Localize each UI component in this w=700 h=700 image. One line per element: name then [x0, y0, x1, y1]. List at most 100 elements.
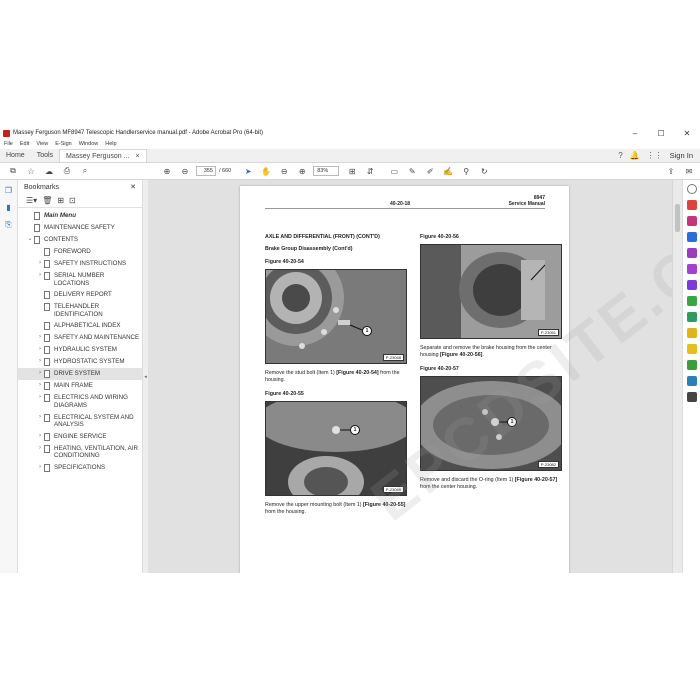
- apps-grid-icon[interactable]: ⋮⋮: [647, 151, 663, 160]
- rotate-icon[interactable]: ↻: [477, 164, 491, 178]
- bookmark-item[interactable]: › SAFETY INSTRUCTIONS: [18, 258, 142, 270]
- search-icon[interactable]: ⌕: [78, 164, 92, 178]
- close-window-button[interactable]: ✕: [674, 129, 700, 138]
- upload-cloud-icon[interactable]: ☁: [42, 164, 56, 178]
- bookmark-item[interactable]: MAINTENANCE SAFETY: [18, 222, 142, 234]
- draw-icon[interactable]: ✐: [423, 164, 437, 178]
- highlight-pen-icon[interactable]: ✎: [405, 164, 419, 178]
- bookmark-item[interactable]: › HEATING, VENTILATION, AIR CONDITIONING: [18, 443, 142, 462]
- zoom-level-select[interactable]: 83%: [313, 166, 340, 176]
- fill-sign-icon[interactable]: ✍: [441, 164, 455, 178]
- bookmark-item[interactable]: Main Menu: [18, 210, 142, 222]
- close-tab-icon[interactable]: ×: [135, 153, 139, 160]
- chevron-right-icon[interactable]: ›: [36, 272, 44, 280]
- menu-help[interactable]: Help: [105, 141, 116, 147]
- create-pdf-icon[interactable]: ⧉: [6, 164, 20, 178]
- close-panel-icon[interactable]: ✕: [130, 183, 136, 191]
- bookmark-item[interactable]: › SERIAL NUMBER LOCATIONS: [18, 270, 142, 289]
- chevron-right-icon[interactable]: ›: [36, 445, 44, 453]
- zoom-in-icon[interactable]: ⊕: [295, 164, 309, 178]
- menu-view[interactable]: View: [36, 141, 48, 147]
- chevron-right-icon[interactable]: ›: [36, 414, 44, 422]
- chevron-right-icon[interactable]: ›: [36, 433, 44, 441]
- menu-file[interactable]: File: [4, 141, 13, 147]
- bookmark-page-icon: [44, 370, 50, 379]
- bookmark-item[interactable]: TELEHANDLER IDENTIFICATION: [18, 301, 142, 320]
- attachments-icon[interactable]: ⎘: [5, 220, 11, 230]
- export-pdf-tool-icon[interactable]: [686, 232, 697, 242]
- figure-55-photo: 1 P-23049: [265, 401, 407, 497]
- share-icon[interactable]: ⇪: [664, 164, 678, 178]
- tab-tools[interactable]: Tools: [31, 149, 59, 162]
- delete-bookmark-icon[interactable]: 🗑: [42, 196, 52, 205]
- bookmark-item[interactable]: › MAIN FRAME: [18, 380, 142, 392]
- print-icon[interactable]: ⎙: [60, 164, 74, 178]
- maximize-button[interactable]: ☐: [648, 129, 674, 138]
- tab-bar: Home Tools Massey Ferguson ... × ? 🔔 ⋮⋮ …: [0, 149, 700, 163]
- mail-icon[interactable]: ✉: [682, 164, 696, 178]
- menu-esign[interactable]: E-Sign: [55, 141, 72, 147]
- protect-tool-icon[interactable]: [686, 360, 697, 370]
- organize-pages-tool-icon[interactable]: [686, 248, 697, 258]
- compress-tool-icon[interactable]: [686, 328, 697, 338]
- accessibility-tool-icon[interactable]: [686, 376, 697, 386]
- select-cursor-icon[interactable]: ➤: [241, 164, 255, 178]
- bookmark-search-icon[interactable]: ⊡: [69, 196, 76, 205]
- notifications-bell-icon[interactable]: 🔔: [630, 151, 640, 160]
- previous-page-icon[interactable]: ⊕: [160, 164, 174, 178]
- bookmarks-panel-icon[interactable]: ▮: [6, 203, 10, 212]
- chevron-right-icon[interactable]: ›: [36, 394, 44, 402]
- sign-in-button[interactable]: Sign In: [670, 151, 693, 160]
- bookmark-item[interactable]: › SPECIFICATIONS: [18, 462, 142, 474]
- page-fit-icon[interactable]: ⊞: [345, 164, 359, 178]
- bookmark-item[interactable]: › HYDRAULIC SYSTEM: [18, 344, 142, 356]
- page-number-input[interactable]: 355: [196, 166, 216, 176]
- new-bookmark-icon[interactable]: ⊞: [57, 196, 64, 205]
- chevron-right-icon[interactable]: ›: [36, 382, 44, 390]
- comment-icon[interactable]: ▭: [387, 164, 401, 178]
- bookmark-item[interactable]: › ENGINE SERVICE: [18, 431, 142, 443]
- next-page-icon[interactable]: ⊖: [178, 164, 192, 178]
- chevron-right-icon[interactable]: ›: [36, 346, 44, 354]
- comment-tool-icon[interactable]: [686, 264, 697, 274]
- scan-ocr-tool-icon[interactable]: [686, 312, 697, 322]
- chevron-right-icon[interactable]: ›: [36, 334, 44, 342]
- bookmark-item[interactable]: ALPHABETICAL INDEX: [18, 320, 142, 332]
- fill-sign-tool-icon[interactable]: [686, 280, 697, 290]
- bookmark-item[interactable]: ⌄ CONTENTS: [18, 234, 142, 246]
- chevron-right-icon[interactable]: ›: [36, 464, 44, 472]
- bookmark-item[interactable]: › ELECTRICS AND WIRING DIAGRAMS: [18, 392, 142, 411]
- chevron-right-icon[interactable]: ›: [36, 358, 44, 366]
- request-signature-tool-icon[interactable]: [686, 344, 697, 354]
- more-tools-icon[interactable]: [686, 392, 697, 402]
- bookmark-star-icon[interactable]: ☆: [24, 164, 38, 178]
- minimize-button[interactable]: –: [622, 129, 648, 138]
- stamp-icon[interactable]: ⚲: [459, 164, 473, 178]
- bookmark-item[interactable]: FOREWORD: [18, 246, 142, 258]
- bookmark-item[interactable]: › DRIVE SYSTEM: [18, 368, 142, 381]
- bookmark-item[interactable]: › SAFETY AND MAINTENANCE: [18, 332, 142, 344]
- bookmark-item[interactable]: › ELECTRICAL SYSTEM AND ANALYSIS: [18, 412, 142, 431]
- vertical-scrollbar[interactable]: [672, 180, 682, 573]
- help-icon[interactable]: ?: [618, 151, 622, 160]
- zoom-out-icon[interactable]: ⊖: [277, 164, 291, 178]
- page-thumbnails-icon[interactable]: ❐: [5, 186, 12, 195]
- chevron-right-icon[interactable]: ›: [36, 370, 44, 378]
- menu-window[interactable]: Window: [79, 141, 99, 147]
- menu-edit[interactable]: Edit: [20, 141, 29, 147]
- scroll-mode-icon[interactable]: ⇵: [363, 164, 377, 178]
- create-pdf-tool-icon[interactable]: [686, 200, 697, 210]
- tab-home[interactable]: Home: [0, 149, 31, 162]
- zoom-tool-icon[interactable]: [686, 184, 697, 194]
- scrollbar-thumb[interactable]: [675, 204, 680, 232]
- bookmark-label: SPECIFICATIONS: [54, 463, 106, 471]
- options-menu-icon[interactable]: ☰▾: [26, 196, 37, 205]
- bookmark-item[interactable]: › HYDROSTATIC SYSTEM: [18, 356, 142, 368]
- edit-pdf-tool-icon[interactable]: [686, 216, 697, 226]
- bookmark-item[interactable]: DELIVERY REPORT: [18, 289, 142, 301]
- chevron-right-icon[interactable]: ›: [36, 260, 44, 268]
- hand-tool-icon[interactable]: ✋: [259, 164, 273, 178]
- tab-document[interactable]: Massey Ferguson ... ×: [59, 149, 147, 162]
- combine-files-tool-icon[interactable]: [686, 296, 697, 306]
- chevron-down-icon[interactable]: ⌄: [26, 236, 34, 244]
